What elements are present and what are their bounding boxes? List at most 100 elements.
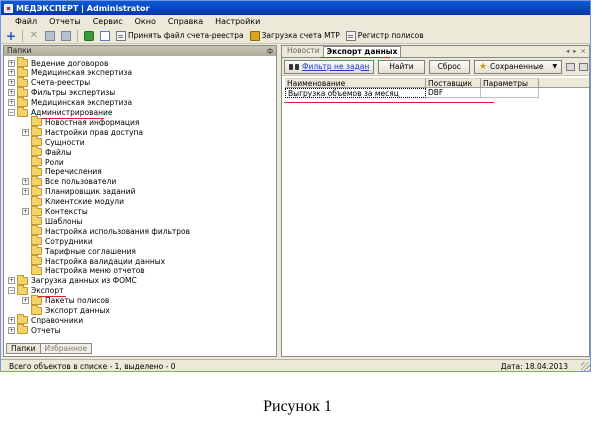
load-mtr-button[interactable]: Загрузка счета МТР xyxy=(248,29,342,43)
folder-icon xyxy=(31,215,42,226)
tree-item[interactable]: + Медицинская экспертиза xyxy=(8,66,132,78)
expand-icon[interactable]: + xyxy=(8,99,15,107)
column-header-supplier[interactable]: Поставщик xyxy=(426,78,481,88)
tree-item[interactable]: + Фильтры экспертизы xyxy=(8,86,115,98)
menu-reports[interactable]: Отчеты xyxy=(43,15,87,28)
tab-close-icon[interactable]: × xyxy=(581,47,586,55)
tab-navigation: ◂ ▸ × xyxy=(566,47,586,55)
tab-prev-icon[interactable]: ◂ xyxy=(566,47,569,55)
tree-item-label: Тарифные соглашения xyxy=(45,246,136,256)
tab-folders[interactable]: Папки xyxy=(6,343,41,354)
grid-header: Наименование Поставщик Параметры xyxy=(285,78,589,88)
tree-item-label: Настройка использования фильтров xyxy=(45,226,191,236)
folder-icon xyxy=(31,165,42,176)
status-count: Всего объектов в списке - 1, выделено - … xyxy=(9,361,176,371)
tree-item[interactable]: + Настройки прав доступа xyxy=(22,126,144,137)
accept-invoice-button[interactable]: Принять файл счета-реестра xyxy=(114,29,246,43)
expand-icon[interactable]: + xyxy=(22,297,29,305)
add-button[interactable]: + xyxy=(4,29,18,43)
folder-icon xyxy=(31,136,42,147)
tree-item[interactable]: Файлы xyxy=(22,146,72,157)
copy-button[interactable] xyxy=(43,29,57,43)
tab-news[interactable]: Новости xyxy=(284,46,323,57)
expand-icon[interactable]: + xyxy=(22,178,29,186)
tab-next-icon[interactable]: ▸ xyxy=(573,47,576,55)
folders-pane-title: Папки xyxy=(7,46,32,55)
menu-help[interactable]: Справка xyxy=(162,15,209,28)
folder-icon xyxy=(31,264,42,275)
menu-window[interactable]: Окно xyxy=(129,15,162,28)
expand-icon[interactable]: + xyxy=(8,316,15,324)
tree-item[interactable]: − Администрирование xyxy=(8,106,113,118)
tree-item[interactable]: + Планировщик заданий xyxy=(22,185,136,197)
delete-button[interactable]: ✕ xyxy=(27,29,41,43)
tree-item-label: Шаблоны xyxy=(45,216,83,226)
collapse-icon[interactable]: − xyxy=(8,109,15,116)
app-icon xyxy=(4,3,13,13)
tree-item[interactable]: + Загрузка данных из ФОМС xyxy=(8,274,137,286)
expand-icon[interactable]: + xyxy=(8,277,15,285)
menu-service[interactable]: Сервис xyxy=(87,15,129,28)
export-button[interactable] xyxy=(98,29,112,43)
tree-item-label: Планировщик заданий xyxy=(45,187,136,197)
expand-icon[interactable]: + xyxy=(8,326,15,334)
tree-item[interactable]: Новостная информация xyxy=(22,116,139,127)
reset-button[interactable]: Сброс xyxy=(428,59,470,74)
expand-icon[interactable]: + xyxy=(22,208,29,215)
expand-icon[interactable]: + xyxy=(8,59,15,67)
grid-settings-icon[interactable] xyxy=(566,62,576,71)
grid-options-icon[interactable] xyxy=(579,62,589,71)
tree-item-label: Настройки прав доступа xyxy=(45,127,144,137)
export-grid: Наименование Поставщик Параметры Выгрузк… xyxy=(282,78,589,103)
tree-item[interactable]: Настройка валидации данных xyxy=(22,255,165,266)
tree-item-label: Контексты xyxy=(45,207,88,216)
folder-icon xyxy=(31,304,42,315)
tree-item[interactable]: Тарифные соглашения xyxy=(22,245,136,256)
filter-button[interactable]: Фильтр не задан xyxy=(284,59,375,74)
cell-supplier[interactable]: DBF xyxy=(426,88,481,98)
tree-item-label: Клиентские модули xyxy=(45,197,124,207)
column-header-name[interactable]: Наименование xyxy=(285,78,426,88)
refresh-button[interactable] xyxy=(82,29,96,43)
collapse-icon[interactable]: − xyxy=(8,287,15,295)
find-button[interactable]: Найти xyxy=(378,59,425,74)
table-row[interactable]: Выгрузка объемов за месяц DBF xyxy=(285,88,589,98)
expand-icon[interactable]: + xyxy=(22,188,29,196)
title-bar[interactable]: МЕДЭКСПЕРТ | Administrator xyxy=(1,1,590,15)
folder-tree: + Ведение договоров + Медицинская экспертиз… xyxy=(4,56,276,342)
tab-data-export[interactable]: Экспорт данных xyxy=(322,46,402,57)
expand-icon[interactable]: + xyxy=(8,69,15,77)
cell-params[interactable] xyxy=(481,88,539,98)
properties-button[interactable] xyxy=(59,29,73,43)
tree-item[interactable]: Настройка использования фильтров xyxy=(22,225,191,236)
tree-item[interactable]: Роли xyxy=(22,156,64,167)
pin-icon[interactable]: ф xyxy=(267,46,273,56)
folder-icon xyxy=(17,106,28,117)
cell-name[interactable]: Выгрузка объемов за месяц xyxy=(285,88,426,98)
menu-settings[interactable]: Настройки xyxy=(209,15,266,28)
tree-item[interactable]: + Медицинская экспертиза xyxy=(8,96,132,108)
tree-item[interactable]: Настройка меню отчетов xyxy=(22,264,145,276)
tree-item[interactable]: + Отчеты xyxy=(8,324,61,335)
expand-icon[interactable]: + xyxy=(8,79,15,87)
tab-underline xyxy=(320,57,390,58)
folder-icon xyxy=(31,294,42,305)
folder-icon xyxy=(17,86,28,97)
star-icon: ★ xyxy=(478,61,488,72)
column-header-params[interactable]: Параметры xyxy=(481,78,539,88)
plus-icon: + xyxy=(6,28,17,43)
tab-favorites[interactable]: Избранное xyxy=(40,343,93,354)
load-mtr-label: Загрузка счета МТР xyxy=(261,31,340,40)
expand-icon[interactable]: + xyxy=(22,128,29,136)
folder-icon xyxy=(17,76,28,87)
tree-item[interactable]: Экспорт данных xyxy=(22,304,110,316)
saved-filters-button[interactable]: ★ Сохраненные ▼ xyxy=(473,59,563,74)
folder-icon xyxy=(17,66,28,77)
menu-file[interactable]: Файл xyxy=(9,15,43,28)
resize-grip-icon[interactable] xyxy=(581,362,590,371)
policy-register-button[interactable]: Регистр полисов xyxy=(344,29,426,43)
expand-icon[interactable]: + xyxy=(8,89,15,97)
status-date: Дата: 18.04.2013 xyxy=(500,361,568,371)
folder-icon xyxy=(17,274,28,285)
app-window: МЕДЭКСПЕРТ | Administrator Файл Отчеты С… xyxy=(0,0,591,372)
